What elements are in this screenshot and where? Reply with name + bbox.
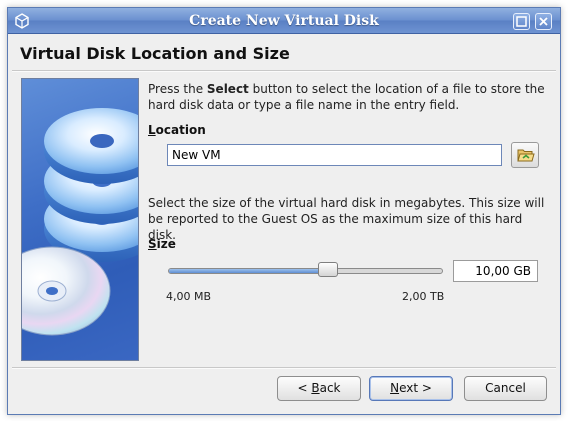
description-text: Press the xyxy=(148,82,207,96)
select-keyword: Select xyxy=(206,82,249,96)
folder-open-icon xyxy=(517,149,535,162)
label-text: ize xyxy=(156,237,176,251)
page-title: Virtual Disk Location and Size xyxy=(20,44,290,63)
dialog-window: Create New Virtual Disk Virtual Disk Loc… xyxy=(7,7,561,415)
cancel-button[interactable]: Cancel xyxy=(464,376,547,401)
size-slider-handle[interactable] xyxy=(318,262,338,277)
location-input[interactable]: New VM xyxy=(167,144,502,166)
footer-divider xyxy=(12,367,556,369)
close-button[interactable] xyxy=(535,13,552,30)
button-text: ack xyxy=(319,381,341,395)
location-description: Press the Select button to select the lo… xyxy=(148,81,548,113)
slider-max-label: 2,00 TB xyxy=(402,290,445,303)
label-mnemonic: S xyxy=(148,237,157,251)
size-slider-fill xyxy=(169,269,329,273)
size-input[interactable]: 10,00 GB xyxy=(453,260,538,282)
header-divider xyxy=(12,70,556,72)
button-mnemonic: B xyxy=(311,381,320,395)
size-label: Size xyxy=(148,237,176,251)
close-icon xyxy=(539,17,548,26)
next-button[interactable]: Next > xyxy=(369,376,453,401)
slider-min-label: 4,00 MB xyxy=(166,290,212,303)
size-slider-track[interactable] xyxy=(168,268,443,274)
label-text: ocation xyxy=(155,123,206,137)
button-text: < xyxy=(297,381,312,395)
select-location-button[interactable] xyxy=(511,142,539,168)
back-button[interactable]: < Back xyxy=(277,376,361,401)
maximize-icon xyxy=(516,16,527,27)
label-mnemonic: L xyxy=(148,123,156,137)
location-label: Location xyxy=(148,123,206,137)
title-bar[interactable]: Create New Virtual Disk xyxy=(8,8,560,34)
maximize-button[interactable] xyxy=(513,13,530,30)
disk-stack-illustration xyxy=(22,108,138,336)
button-text: ext > xyxy=(399,381,432,395)
button-mnemonic: N xyxy=(390,381,400,395)
wizard-side-image xyxy=(21,78,139,361)
size-description: Select the size of the virtual hard disk… xyxy=(148,196,545,242)
window-title: Create New Virtual Disk xyxy=(189,13,379,29)
